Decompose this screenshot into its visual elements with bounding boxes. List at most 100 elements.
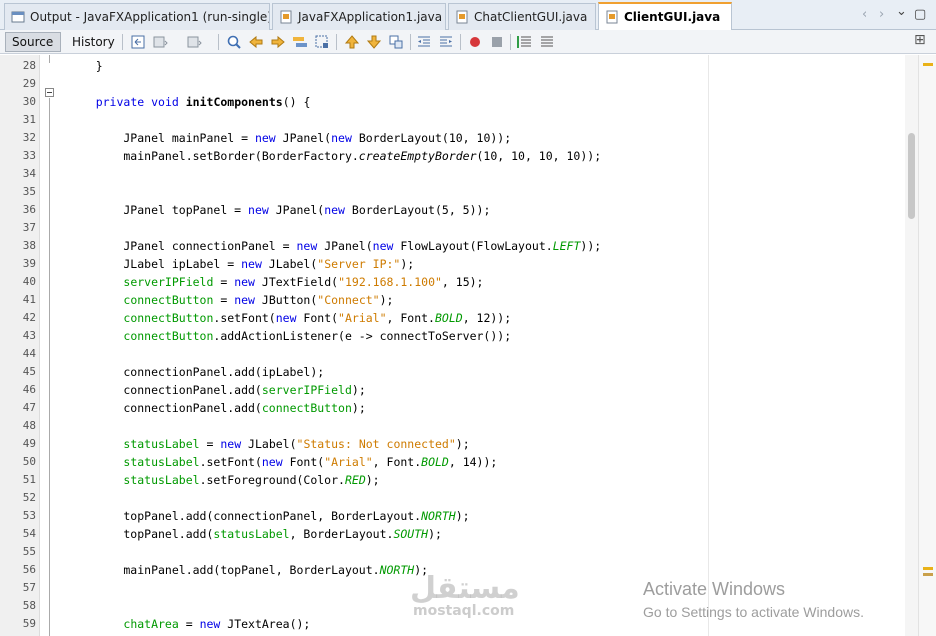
find-next-icon[interactable] <box>270 34 286 50</box>
code-line[interactable]: 53 topPanel.add(connectionPanel, BorderL… <box>0 507 900 525</box>
shift-left-icon[interactable] <box>416 34 432 50</box>
code-line[interactable]: 29 <box>0 75 900 93</box>
line-number: 36 <box>22 203 36 216</box>
code-line[interactable]: 37 <box>0 219 900 237</box>
scroll-tabs-right-icon[interactable]: › <box>879 7 884 22</box>
code-line[interactable]: 35 <box>0 183 900 201</box>
back-icon[interactable] <box>152 34 168 50</box>
comment-icon[interactable] <box>517 34 533 50</box>
code-line[interactable]: 45 connectionPanel.add(ipLabel); <box>0 363 900 381</box>
close-icon[interactable]: × <box>729 10 731 25</box>
code-text: JPanel connectionPanel = new JPanel(new … <box>68 239 602 253</box>
code-text: connectionPanel.add(serverIPField); <box>68 383 366 397</box>
code-line[interactable]: 48 <box>0 417 900 435</box>
code-line[interactable]: 36 JPanel topPanel = new JPanel(new Bord… <box>0 201 900 219</box>
code-line[interactable]: 33 mainPanel.setBorder(BorderFactory.cre… <box>0 147 900 165</box>
java-file-icon <box>280 10 292 24</box>
find-previous-icon[interactable] <box>248 34 264 50</box>
scrollbar-thumb[interactable] <box>908 133 915 219</box>
code-text: private void initComponents() { <box>95 95 311 109</box>
tab-label: JavaFXApplication1.java <box>298 10 443 24</box>
stop-macro-recording-icon[interactable] <box>489 34 505 50</box>
history-button[interactable]: History <box>65 32 117 52</box>
code-line[interactable]: 44 <box>0 345 900 363</box>
code-line[interactable]: 52 <box>0 489 900 507</box>
code-text: statusLabel = new JLabel("Status: Not co… <box>123 437 470 451</box>
line-number: 47 <box>22 401 36 414</box>
code-editor[interactable]: 28 } 29 30 private void initComponents() {… <box>0 55 936 636</box>
code-line[interactable]: 34 <box>0 165 900 183</box>
line-number: 33 <box>22 149 36 162</box>
code-text: connectionPanel.add(ipLabel); <box>68 365 325 379</box>
line-number: 49 <box>22 437 36 450</box>
shift-right-icon[interactable] <box>438 34 454 50</box>
watermark-url: mostaql.com <box>413 603 515 619</box>
toolbar-separator <box>218 34 219 50</box>
vertical-scrollbar[interactable] <box>905 55 918 636</box>
java-file-icon <box>456 10 468 24</box>
line-number: 54 <box>22 527 36 540</box>
next-bookmark-icon[interactable] <box>366 34 382 50</box>
toggle-highlight-icon[interactable] <box>314 34 330 50</box>
warning-mark[interactable] <box>923 63 933 66</box>
line-number: 38 <box>22 239 36 252</box>
java-file-icon <box>606 10 618 24</box>
code-line[interactable]: 30 private void initComponents() { <box>0 93 900 111</box>
toolbar-separator <box>460 34 461 50</box>
line-number: 53 <box>22 509 36 522</box>
line-number: 56 <box>22 563 36 576</box>
code-line[interactable]: 46 connectionPanel.add(serverIPField); <box>0 381 900 399</box>
code-line[interactable]: 42 connectButton.setFont(new Font("Arial… <box>0 309 900 327</box>
previous-bookmark-icon[interactable] <box>344 34 360 50</box>
search-icon[interactable] <box>226 34 242 50</box>
scroll-tabs-left-icon[interactable]: ‹ <box>862 7 867 22</box>
line-number: 50 <box>22 455 36 468</box>
find-selection-icon[interactable] <box>292 34 308 50</box>
line-number: 57 <box>22 581 36 594</box>
uncomment-icon[interactable] <box>539 34 555 50</box>
code-text: JLabel ipLabel = new JLabel("Server IP:"… <box>68 257 415 271</box>
code-line[interactable]: 50 statusLabel.setFont(new Font("Arial",… <box>0 453 900 471</box>
tab-clientgui[interactable]: ClientGUI.java × <box>598 2 732 30</box>
warning-mark[interactable] <box>923 573 933 576</box>
tab-chatclientgui[interactable]: ChatClientGUI.java × <box>448 3 596 30</box>
line-number: 52 <box>22 491 36 504</box>
code-line[interactable]: 49 statusLabel = new JLabel("Status: Not… <box>0 435 900 453</box>
error-stripe[interactable] <box>918 55 936 636</box>
code-line[interactable]: 31 <box>0 111 900 129</box>
code-text: serverIPField = new JTextField("192.168.… <box>123 275 484 289</box>
code-line[interactable]: 41 connectButton = new JButton("Connect"… <box>0 291 900 309</box>
source-button[interactable]: Source <box>5 32 61 52</box>
code-line[interactable]: 47 connectionPanel.add(connectButton); <box>0 399 900 417</box>
warning-mark[interactable] <box>923 567 933 570</box>
code-text: connectionPanel.add(connectButton); <box>68 401 366 415</box>
code-line[interactable]: 28 } <box>0 57 900 75</box>
fold-collapse-icon[interactable] <box>45 88 54 97</box>
code-line[interactable]: 43 connectButton.addActionListener(e -> … <box>0 327 900 345</box>
tab-javafxapplication1[interactable]: JavaFXApplication1.java × <box>272 3 446 30</box>
line-number: 44 <box>22 347 36 360</box>
code-line[interactable]: 55 <box>0 543 900 561</box>
activate-windows-subtitle: Go to Settings to activate Windows. <box>643 604 864 620</box>
code-line[interactable]: 32 JPanel mainPanel = new JPanel(new Bor… <box>0 129 900 147</box>
line-number: 46 <box>22 383 36 396</box>
line-number: 28 <box>22 59 36 72</box>
line-number: 48 <box>22 419 36 432</box>
restore-window-icon[interactable]: ▢ <box>914 7 926 22</box>
expand-editor-icon[interactable]: ⊞ <box>914 32 926 48</box>
code-text: topPanel.add(statusLabel, BorderLayout.S… <box>68 527 442 541</box>
toggle-bookmark-icon[interactable] <box>388 34 404 50</box>
chevron-down-icon[interactable]: ⌄ <box>896 4 907 19</box>
forward-icon[interactable] <box>186 34 202 50</box>
code-line[interactable]: 38 JPanel connectionPanel = new JPanel(n… <box>0 237 900 255</box>
tab-output[interactable]: Output - JavaFXApplication1 (run-single)… <box>4 3 270 30</box>
watermark-logo: مستقل <box>410 571 520 606</box>
last-edit-icon[interactable] <box>130 34 146 50</box>
start-macro-recording-icon[interactable] <box>467 34 483 50</box>
code-line[interactable]: 51 statusLabel.setForeground(Color.RED); <box>0 471 900 489</box>
code-line[interactable]: 39 JLabel ipLabel = new JLabel("Server I… <box>0 255 900 273</box>
line-number: 31 <box>22 113 36 126</box>
code-text: mainPanel.setBorder(BorderFactory.create… <box>68 149 602 163</box>
code-line[interactable]: 54 topPanel.add(statusLabel, BorderLayou… <box>0 525 900 543</box>
code-line[interactable]: 40 serverIPField = new JTextField("192.1… <box>0 273 900 291</box>
